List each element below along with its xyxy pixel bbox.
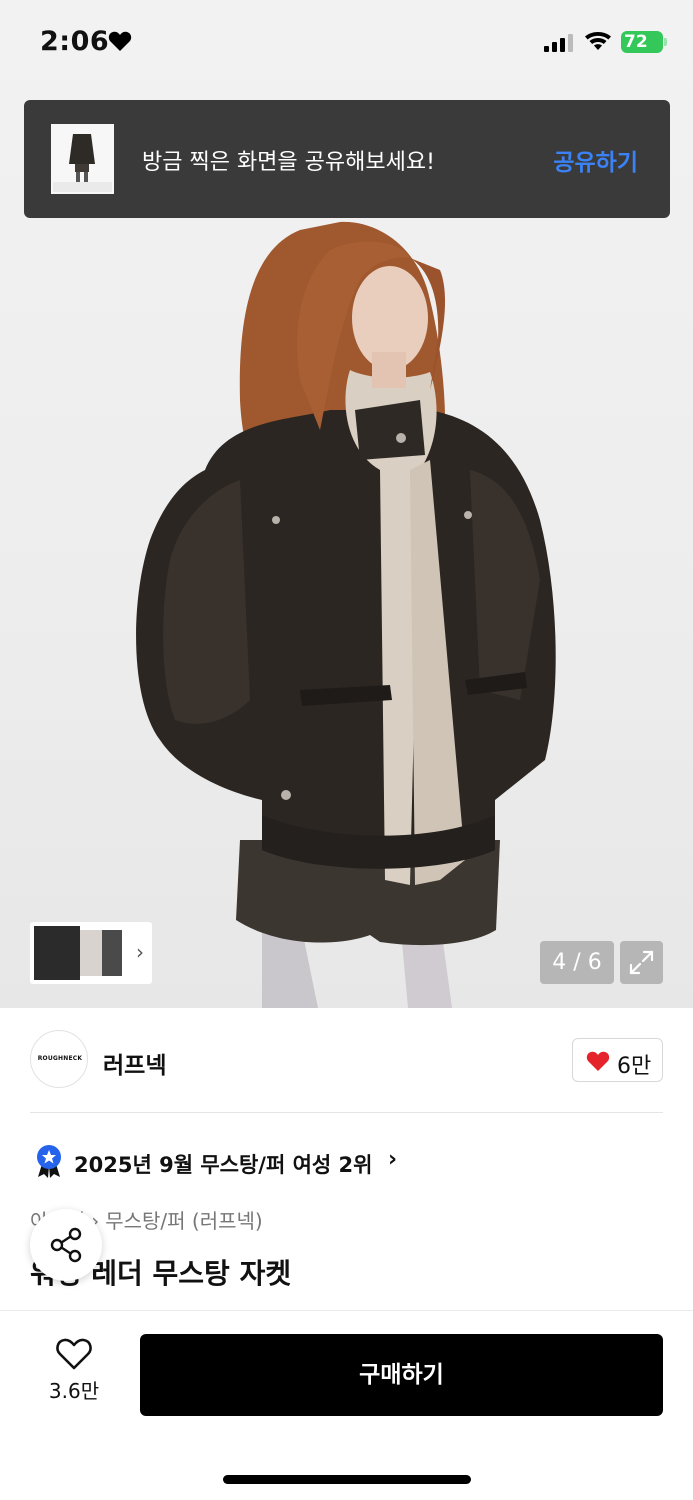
battery-level: 72	[624, 32, 648, 52]
heart-outline-icon	[56, 1338, 92, 1370]
screenshot-thumbnail[interactable]	[51, 124, 114, 194]
chevron-right-icon: ›	[136, 940, 144, 964]
brand-row: ROUGHNECK 러프넥 6만	[0, 1008, 693, 1113]
heart-status-icon	[108, 31, 132, 51]
brand-logo[interactable]: ROUGHNECK	[30, 1030, 88, 1088]
brand-like-button[interactable]: 6만	[572, 1038, 663, 1082]
brand-like-count: 6만	[617, 1054, 652, 1079]
heart-filled-icon	[586, 1051, 610, 1071]
brand-logo-text: ROUGHNECK	[37, 1055, 83, 1062]
thumbnail-1[interactable]	[34, 926, 80, 980]
ranking-text: 2025년 9월 무스탕/퍼 여성 2위	[74, 1153, 373, 1177]
wifi-icon	[585, 32, 611, 50]
toast-share-button[interactable]: 공유하기	[553, 143, 638, 177]
share-toast: 방금 찍은 화면을 공유해보세요! 공유하기	[24, 100, 670, 218]
image-counter: 4 / 6	[540, 941, 614, 984]
ranking-badge-icon	[37, 1145, 61, 1178]
toast-message: 방금 찍은 화면을 공유해보세요!	[142, 150, 435, 175]
status-time: 2:06	[40, 26, 110, 57]
buy-button[interactable]: 구매하기	[140, 1334, 663, 1416]
expand-button[interactable]	[620, 941, 663, 984]
thumbnail-3[interactable]	[102, 930, 122, 976]
cellular-signal-icon	[544, 34, 573, 52]
home-indicator	[223, 1475, 471, 1484]
thumbnail-2[interactable]	[80, 930, 102, 976]
battery-icon: 72	[621, 31, 667, 53]
chevron-right-icon: ›	[388, 1147, 398, 1172]
status-bar: 2:06 72	[0, 0, 693, 88]
wishlist-count: 3.6만	[48, 1379, 100, 1403]
image-thumbnails[interactable]: ›	[30, 922, 152, 984]
wishlist-button[interactable]: 3.6만	[30, 1337, 118, 1404]
expand-icon	[629, 950, 654, 975]
share-icon	[50, 1227, 82, 1263]
breadcrumb-item-subcategory[interactable]: 무스탕/퍼 (러프넥)	[105, 1209, 263, 1233]
share-button[interactable]	[30, 1209, 102, 1281]
divider	[30, 1112, 663, 1113]
brand-name[interactable]: 러프넥	[103, 1046, 166, 1080]
bottom-action-bar: 3.6만 구매하기	[0, 1310, 693, 1500]
